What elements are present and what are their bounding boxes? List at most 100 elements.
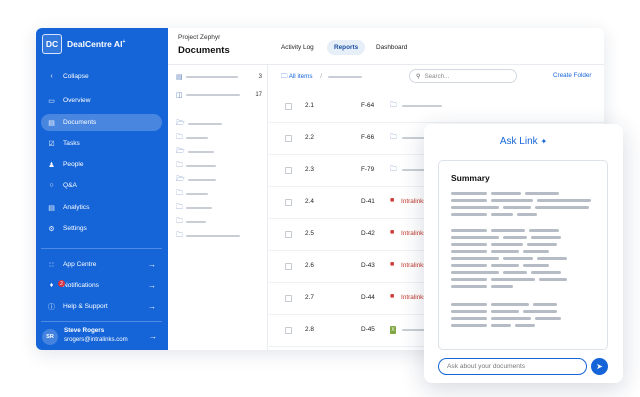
summary-line	[451, 206, 499, 209]
sidebar-item-notifications[interactable]: ♦ 2 Notifications →	[41, 277, 162, 294]
monitor-icon: ▭	[48, 97, 55, 105]
row-checkbox[interactable]	[285, 135, 292, 142]
excel-file-icon: X	[390, 326, 396, 334]
project-name: Project Zephyr	[178, 34, 221, 41]
summary-line	[451, 324, 487, 327]
summary-line	[451, 243, 487, 246]
row-filename[interactable]: Intralinks	[401, 294, 427, 301]
summary-line	[491, 243, 523, 246]
row-filename[interactable]: Intralinks	[401, 230, 427, 237]
tree-folder[interactable]: 🗁	[176, 147, 214, 157]
sidebar-item-people[interactable]: ♟ People	[41, 156, 162, 173]
summary-line	[523, 310, 557, 313]
summary-line	[451, 199, 487, 202]
row-checkbox[interactable]	[285, 103, 292, 110]
tree-folder[interactable]: 🗁	[176, 119, 222, 129]
sidebar-item-label: Documents	[63, 119, 97, 126]
placeholder-text	[186, 193, 208, 195]
sidebar-item-analytics[interactable]: ▤ Analytics	[41, 199, 162, 216]
search-placeholder: Search...	[424, 72, 450, 80]
ask-input[interactable]: Ask about your documents	[438, 358, 587, 375]
row-checkbox[interactable]	[285, 167, 292, 174]
collapse-label: Collapse	[63, 73, 89, 80]
summary-card: Summary	[438, 160, 608, 350]
summary-line	[503, 236, 527, 239]
sidebar-item-label: Overview	[63, 97, 91, 104]
summary-line	[529, 229, 559, 232]
row-filename[interactable]: Intralinks	[401, 262, 427, 269]
tree-count: 3	[258, 74, 262, 80]
arrow-right-icon: →	[148, 260, 156, 269]
search-input[interactable]: ⚲ Search...	[409, 69, 517, 83]
summary-line	[503, 257, 533, 260]
user-email: srogers@intralinks.com	[64, 336, 128, 343]
placeholder-text	[186, 137, 208, 139]
summary-line	[491, 324, 511, 327]
sidebar-item-help[interactable]: ⓘ Help & Support →	[41, 298, 162, 315]
send-button[interactable]: ➤	[591, 358, 608, 375]
sidebar-item-qa[interactable]: ○ Q&A	[41, 177, 162, 194]
row-checkbox[interactable]	[285, 327, 292, 334]
sidebar-item-documents[interactable]: ▤ Documents	[41, 114, 162, 131]
ask-link-panel: Ask Link ✦ Summary Ask about your docume…	[424, 124, 623, 383]
avatar[interactable]: SR	[42, 329, 58, 345]
row-index: 2.6	[305, 262, 314, 269]
breadcrumb-separator: /	[320, 73, 322, 80]
sidebar-item-tasks[interactable]: ☑ Tasks	[41, 135, 162, 152]
arrow-right-icon: →	[148, 281, 156, 290]
summary-line	[451, 264, 487, 267]
summary-line	[523, 264, 549, 267]
tree-folder[interactable]: 🗀	[176, 231, 240, 241]
sidebar: DC DealCentre AI+ ‹ Collapse ▭ Overview …	[36, 28, 168, 350]
tree-item[interactable]: ▤ 3	[176, 72, 268, 82]
tree-folder[interactable]: 🗀	[176, 161, 216, 171]
create-folder-button[interactable]: Create Folder	[553, 72, 592, 79]
document-icon: ▤	[176, 74, 183, 81]
row-code: D-41	[361, 198, 375, 205]
stage: DC DealCentre AI+ ‹ Collapse ▭ Overview …	[0, 0, 640, 397]
row-checkbox[interactable]	[285, 263, 292, 270]
sidebar-item-label: People	[63, 161, 84, 168]
tree-folder[interactable]: 🗀	[176, 133, 208, 143]
tab-activity-log[interactable]: Activity Log	[274, 40, 321, 55]
row-checkbox[interactable]	[285, 295, 292, 302]
summary-line	[517, 213, 537, 216]
sidebar-item-overview[interactable]: ▭ Overview	[41, 92, 162, 109]
sidebar-item-settings[interactable]: ⚙ Settings	[41, 220, 162, 237]
breadcrumb[interactable]: 🗀 All items /	[281, 71, 362, 82]
sidebar-divider	[41, 248, 162, 249]
summary-line	[527, 243, 557, 246]
sidebar-item-app-centre[interactable]: ∷ App Centre →	[41, 256, 162, 273]
placeholder-text	[186, 235, 240, 237]
summary-line	[537, 199, 591, 202]
tree-folder[interactable]: 🗀	[176, 203, 212, 213]
tree-folder[interactable]: 🗁	[176, 175, 216, 185]
tab-dashboard[interactable]: Dashboard	[369, 40, 414, 55]
table-row[interactable]: 2.1 F-64 🗀	[269, 91, 604, 123]
summary-line	[451, 213, 487, 216]
sidebar-item-label: Notifications	[63, 282, 99, 289]
summary-line	[491, 278, 535, 281]
sidebar-item-label: Q&A	[63, 182, 77, 189]
tree-folder[interactable]: 🗀	[176, 189, 208, 199]
row-filename[interactable]: Intralinks	[401, 198, 427, 205]
row-checkbox[interactable]	[285, 231, 292, 238]
folder-open-icon: 🗁	[176, 119, 185, 127]
folder-icon: 🗀	[176, 161, 183, 169]
tree-item-trash[interactable]: ◫ 17	[176, 90, 268, 100]
summary-line	[491, 317, 531, 320]
placeholder-text	[186, 207, 212, 209]
row-code: D-45	[361, 326, 375, 333]
tab-reports[interactable]: Reports	[327, 40, 366, 55]
summary-line	[503, 271, 527, 274]
summary-line	[535, 317, 561, 320]
sidebar-item-label: Analytics	[63, 204, 90, 211]
tree-folder[interactable]: 🗀	[176, 217, 206, 227]
summary-line	[515, 324, 535, 327]
checklist-icon: ☑	[48, 140, 55, 148]
summary-line	[451, 192, 487, 195]
collapse-button[interactable]: ‹ Collapse	[41, 68, 162, 85]
row-checkbox[interactable]	[285, 199, 292, 206]
arrow-right-icon[interactable]: →	[149, 332, 157, 341]
pdf-file-icon: ■	[390, 293, 395, 300]
